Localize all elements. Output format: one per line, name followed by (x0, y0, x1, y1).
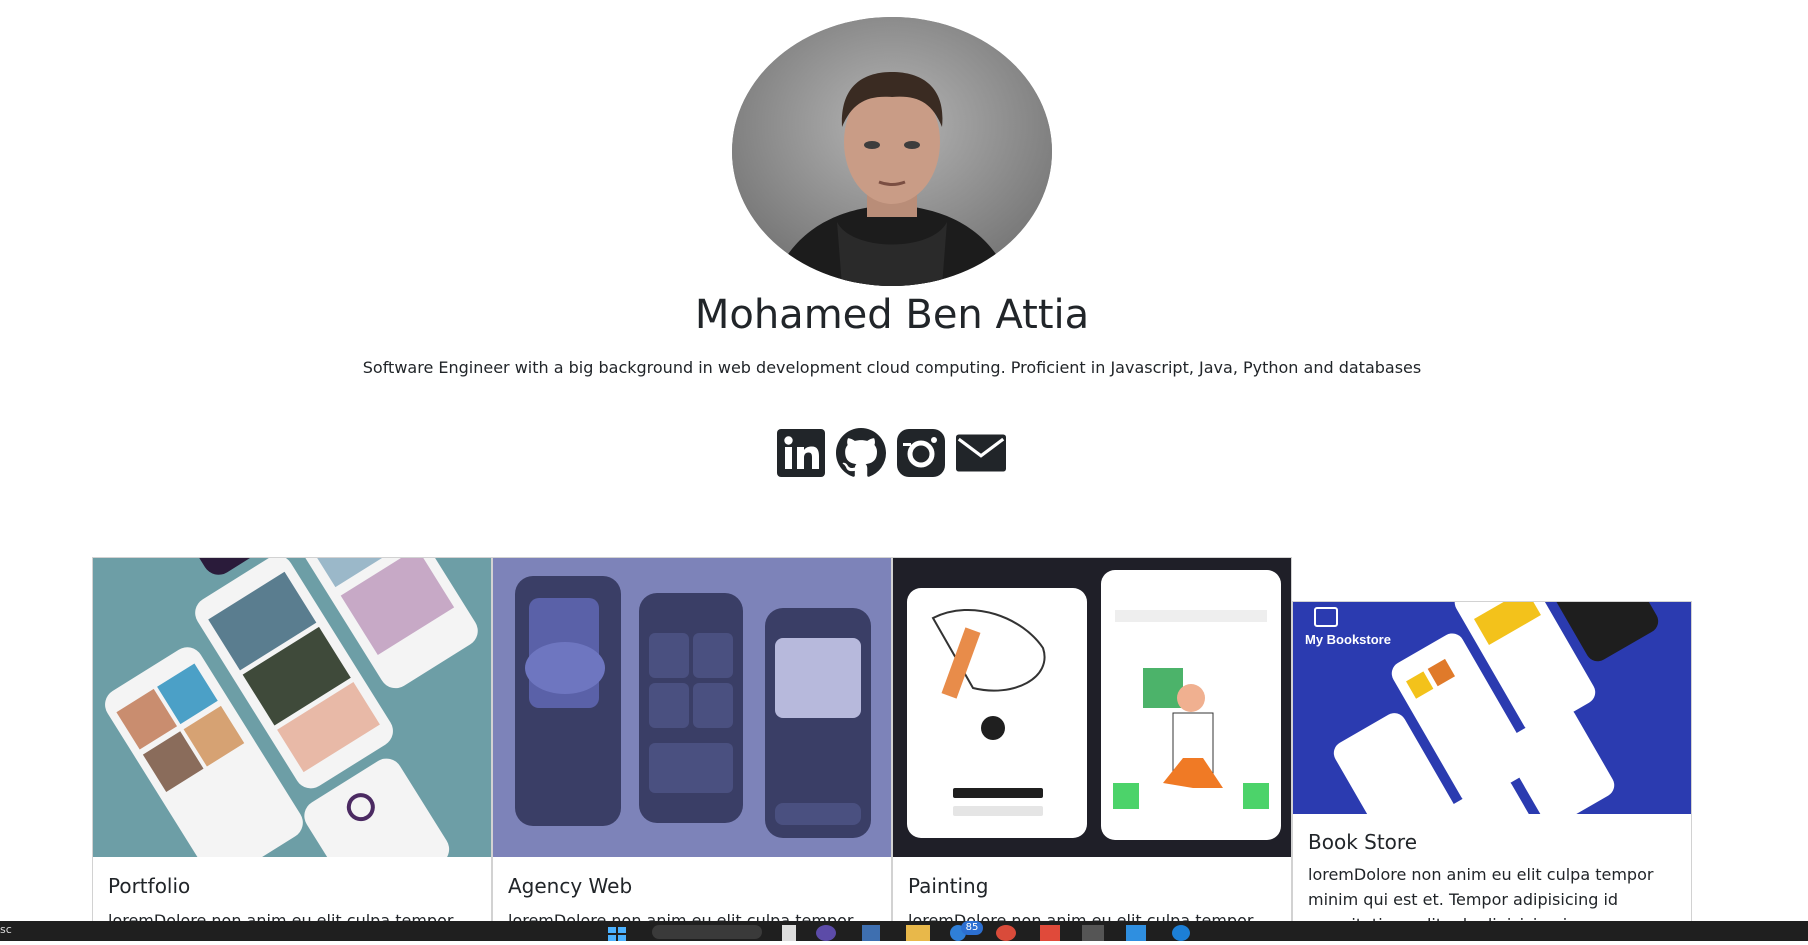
linkedin-link[interactable] (776, 425, 826, 481)
agency-app-mockup-image (515, 576, 871, 838)
instagram-icon (897, 429, 945, 477)
taskbar-app-icon[interactable] (1172, 925, 1190, 941)
avatar-photo (732, 17, 1052, 286)
taskbar-app-icon[interactable] (862, 925, 880, 941)
project-card-book-store[interactable]: My Bookstore Book Store loremDolore non … (1292, 601, 1692, 941)
browser-icon[interactable] (996, 925, 1016, 941)
project-title: Painting (908, 874, 989, 898)
taskbar-left-text: sc (0, 923, 12, 936)
project-thumbnail (893, 558, 1291, 857)
project-title: Book Store (1308, 830, 1417, 854)
social-links (776, 425, 1006, 481)
mail-icon (956, 434, 1006, 472)
project-card-painting[interactable]: Painting loremDolore non anim eu elit cu… (892, 557, 1292, 941)
project-thumbnail (493, 558, 891, 857)
project-card-portfolio[interactable]: Portfolio loremDolore non anim eu elit c… (92, 557, 492, 941)
taskbar-app-icon[interactable] (1040, 925, 1060, 941)
github-link[interactable] (836, 425, 886, 481)
profile-name: Mohamed Ben Attia (694, 292, 1090, 338)
taskbar-app-icon[interactable] (816, 925, 836, 941)
windows-logo-icon (608, 927, 626, 941)
github-icon (836, 428, 886, 477)
email-link[interactable] (956, 425, 1006, 481)
linkedin-icon (777, 429, 825, 477)
drawing-app-mockup-image (907, 570, 1281, 840)
start-icon[interactable] (606, 925, 628, 941)
bookstore-mockup-image: My Bookstore (1305, 602, 1659, 814)
vscode-icon[interactable] (1126, 925, 1146, 941)
search-box[interactable] (652, 925, 762, 939)
profile-bio: Software Engineer with a big background … (362, 358, 1422, 377)
project-thumbnail (93, 558, 491, 857)
bookstore-logo-text: My Bookstore (1305, 632, 1391, 647)
project-title: Agency Web (508, 874, 633, 898)
taskbar-app-icon[interactable] (1082, 925, 1104, 941)
project-card-agency-web[interactable]: Agency Web loremDolore non anim eu elit … (492, 557, 892, 941)
taskbar-app-icon[interactable] (782, 925, 796, 941)
folder-icon[interactable] (906, 925, 930, 941)
notification-badge: 85 (961, 921, 983, 935)
project-thumbnail: My Bookstore (1293, 602, 1691, 814)
project-title: Portfolio (108, 874, 191, 898)
os-taskbar: sc 85 (0, 921, 1808, 941)
avatar (732, 17, 1052, 286)
instagram-link[interactable] (896, 425, 946, 481)
phone-mockups-image (105, 558, 478, 857)
